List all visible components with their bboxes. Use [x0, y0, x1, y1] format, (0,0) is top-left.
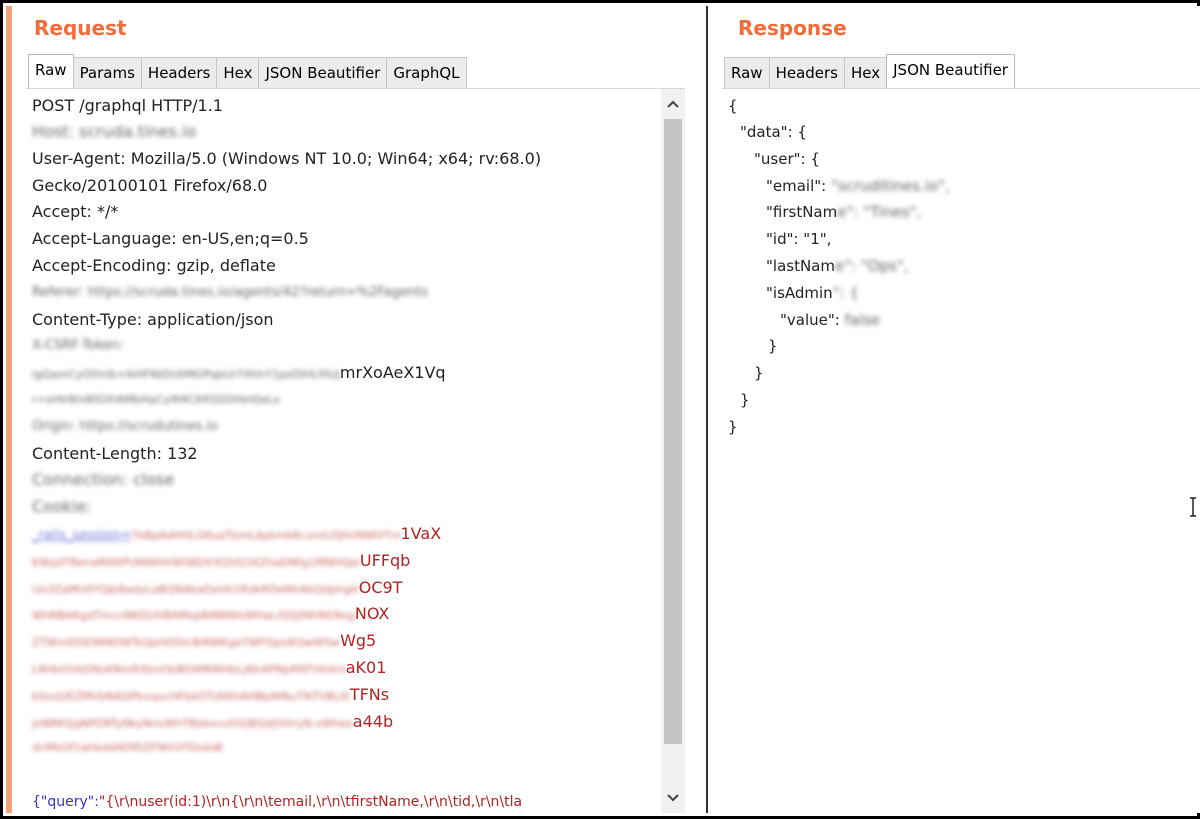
cookie-visible: aK01 [345, 658, 387, 677]
tab-raw[interactable]: Raw [28, 54, 74, 88]
cookie-visible: TFNs [349, 685, 390, 704]
request-title: Request [34, 16, 127, 40]
cookie-redacted: TkBpAdHHLGKuaTbmLAykmbKcvnrLlQhUNWVTnl [131, 529, 401, 542]
json-line: } [740, 391, 750, 409]
json-line: { [728, 97, 738, 115]
tab-hex[interactable]: Hex [216, 57, 260, 88]
csrf-token-continued: r+eHkWsWlDXIAMbHpCy9tKCKKSDDHeVJaLu [32, 393, 280, 406]
content-length-header: Content-Length: 132 [32, 444, 198, 463]
tab-params[interactable]: Params [72, 57, 142, 88]
accept-language-header: Accept-Language: en-US,en;q=0.5 [32, 229, 309, 248]
accept-header: Accept: */* [32, 202, 119, 221]
request-editor[interactable]: POST /graphql HTTP/1.1 Host: scruda.tine… [26, 88, 685, 813]
cookie-line: L8HbGVbDNsKNmRXbnObBDWRWHbLjNhAPNpRNTHhI… [32, 655, 386, 681]
cookie-redacted: K9bjdTRenaMXKPUNWHVWSBDXXQVQ1KZhaDNfg1MN… [32, 556, 360, 569]
csrf-token-visible: mrXoAeX1Vq [339, 363, 446, 382]
cookie-line: Uo3ZaMU0YQjbRadyLaBQNAbaDaVk1RdkRDeNhAbQ… [32, 575, 402, 601]
csrf-token-redacted: lgQamCyOOnlb+IkHFNtDUIlMGPqbUrYXhhY1peDl… [32, 368, 340, 381]
json-line: "email": "scruditines.io", [766, 173, 950, 199]
cookie-line: _rails_session=TkBpAdHHLGKuaTbmLAykmbKcv… [32, 521, 441, 547]
request-tabs: Raw Params Headers Hex JSON Beautifier G… [28, 54, 467, 88]
json-key: "firstNam [766, 203, 838, 221]
cookie-line: bSsrjUEZMVbNADPbvqucHFbkDTzKKhAHBpWNuTNT… [32, 682, 389, 708]
tab-hex[interactable]: Hex [844, 57, 888, 88]
content-type-header: Content-Type: application/json [32, 310, 274, 329]
cookie-name: _rails_session= [32, 528, 132, 543]
json-line: "firstName": "Tines", [766, 199, 921, 225]
cookie-redacted: L8HbGVbDNsKNmRXbnObBDWRWHbLjNhAPNpRNTHhI… [32, 663, 346, 676]
text-cursor-icon [1189, 497, 1197, 522]
cookie-visible: NOX [354, 604, 390, 623]
cookie-visible: 1VaX [400, 524, 442, 543]
json-line: "isAdmin": { [766, 280, 859, 306]
cookie-redacted: ZTWmDDDWNDWTsQpHtDVcBlRWKgeTWFQpoKQwWSw [32, 636, 341, 649]
request-scrollbar[interactable] [661, 89, 685, 813]
chevron-down-icon[interactable] [661, 787, 685, 809]
cookie-visible: Wg5 [340, 631, 377, 650]
response-editor[interactable]: { "data": { "user": { "email": "scruditi… [722, 88, 1200, 813]
tab-json-beautifier[interactable]: JSON Beautifier [258, 57, 388, 88]
accept-encoding-header: Accept-Encoding: gzip, deflate [32, 256, 276, 275]
query-value: "{\r\nuser(id:1)\r\n{\r\n\temail,\r\n\tf… [98, 794, 523, 810]
cookie-line-redacted: dcMbOf1ahbdd4DfDZFNH1FEbdoB [32, 741, 223, 754]
host-header: Host: scruda.tines.io [32, 122, 197, 141]
tab-headers[interactable]: Headers [140, 57, 218, 88]
request-pane: Request Raw Params Headers Hex JSON Beau… [6, 6, 699, 813]
cookie-line: ZTWmDDDWNDWTsQpHtDVcBlRWKgeTWFQpoKQwWSwW… [32, 628, 376, 654]
user-agent-header: User-Agent: Mozilla/5.0 (Windows NT 10.0… [32, 149, 542, 168]
json-line: "user": { [754, 150, 820, 168]
json-key: "isAdmin [766, 284, 833, 302]
cookie-line: WhRBAKgdTmcnNKDUVBAMspBiNNWsWHaLiQQjINhR… [32, 601, 389, 627]
referer-header: Referer: https://scruda.tines.io/agents/… [32, 285, 428, 300]
cookie-redacted: bSsrjUEZMVbNADPbvqucHFbkDTzKKhAHBpWNuTNT… [32, 690, 350, 703]
cookie-visible: OC9T [358, 578, 403, 597]
json-line: } [728, 418, 738, 436]
json-line: } [768, 337, 778, 355]
tab-headers[interactable]: Headers [768, 57, 845, 88]
cookie-redacted: WhRBAKgdTmcnNKDUVBAMspBiNNWsWHaLiQQjINhR… [32, 609, 355, 622]
tab-json-beautifier[interactable]: JSON Beautifier [886, 54, 1015, 88]
response-title: Response [738, 16, 847, 40]
cookie-line: K9bjdTRenaMXKPUNWHVWSBDXXQVQ1KZhaDNfg1MN… [32, 548, 410, 574]
user-agent-continued: Gecko/20100101 Firefox/68.0 [32, 176, 268, 195]
json-key: "value": [780, 311, 845, 329]
response-tabs: Raw Headers Hex JSON Beautifier [724, 54, 1015, 88]
cookie-redacted: Uo3ZaMU0YQjbRadyLaBQNAbaDaVk1RdkRDeNhAbQ… [32, 583, 359, 596]
chevron-up-icon[interactable] [661, 93, 685, 115]
origin-header: Origin: https://scrudutines.io [32, 419, 218, 434]
cookie-redacted: jnNRKQgNPDRTyNkyNnsWhTBbbvvvOVjBQdjSHnyN… [32, 717, 353, 730]
request-body: {"query":"{\r\nuser(id:1)\r\n{\r\n\temai… [32, 789, 522, 815]
csrf-token-header: X-CSRF-Token: [32, 338, 124, 353]
json-line: "lastName": "Ops", [766, 253, 909, 279]
query-key: {"query": [32, 794, 99, 810]
json-value-redacted: "scruditines.io", [831, 177, 950, 195]
cookie-visible: UFFqb [359, 551, 411, 570]
cookie-header: Cookie: [32, 497, 92, 516]
json-line: } [754, 364, 764, 382]
json-value-redacted: ": { [832, 284, 859, 302]
tab-raw[interactable]: Raw [724, 57, 770, 88]
json-value-redacted: false [844, 311, 881, 329]
response-pane: Response Raw Headers Hex JSON Beautifier… [706, 6, 1200, 813]
window-frame: Request Raw Params Headers Hex JSON Beau… [0, 0, 1200, 819]
request-line: POST /graphql HTTP/1.1 [32, 96, 223, 115]
json-key: "lastNam [766, 257, 835, 275]
connection-header: Connection: close [32, 470, 175, 489]
json-value-redacted: e": "Tines", [837, 203, 922, 221]
csrf-token-value: lgQamCyOOnlb+IkHFNtDUIlMGPqbUrYXhhY1peDl… [32, 360, 446, 386]
json-key: "email": [766, 177, 831, 195]
cookie-line: jnNRKQgNPDRTyNkyNnsWhTBbbvvvOVjBQdjSHnyN… [32, 709, 393, 735]
json-value-redacted: e": "Ops", [834, 257, 909, 275]
json-line: "id": "1", [766, 230, 832, 248]
cookie-visible: a44b [352, 712, 394, 731]
json-line: "value": false [780, 307, 880, 333]
tab-graphql[interactable]: GraphQL [386, 57, 467, 88]
json-line: "data": { [740, 123, 807, 141]
scrollbar-thumb[interactable] [664, 119, 682, 744]
